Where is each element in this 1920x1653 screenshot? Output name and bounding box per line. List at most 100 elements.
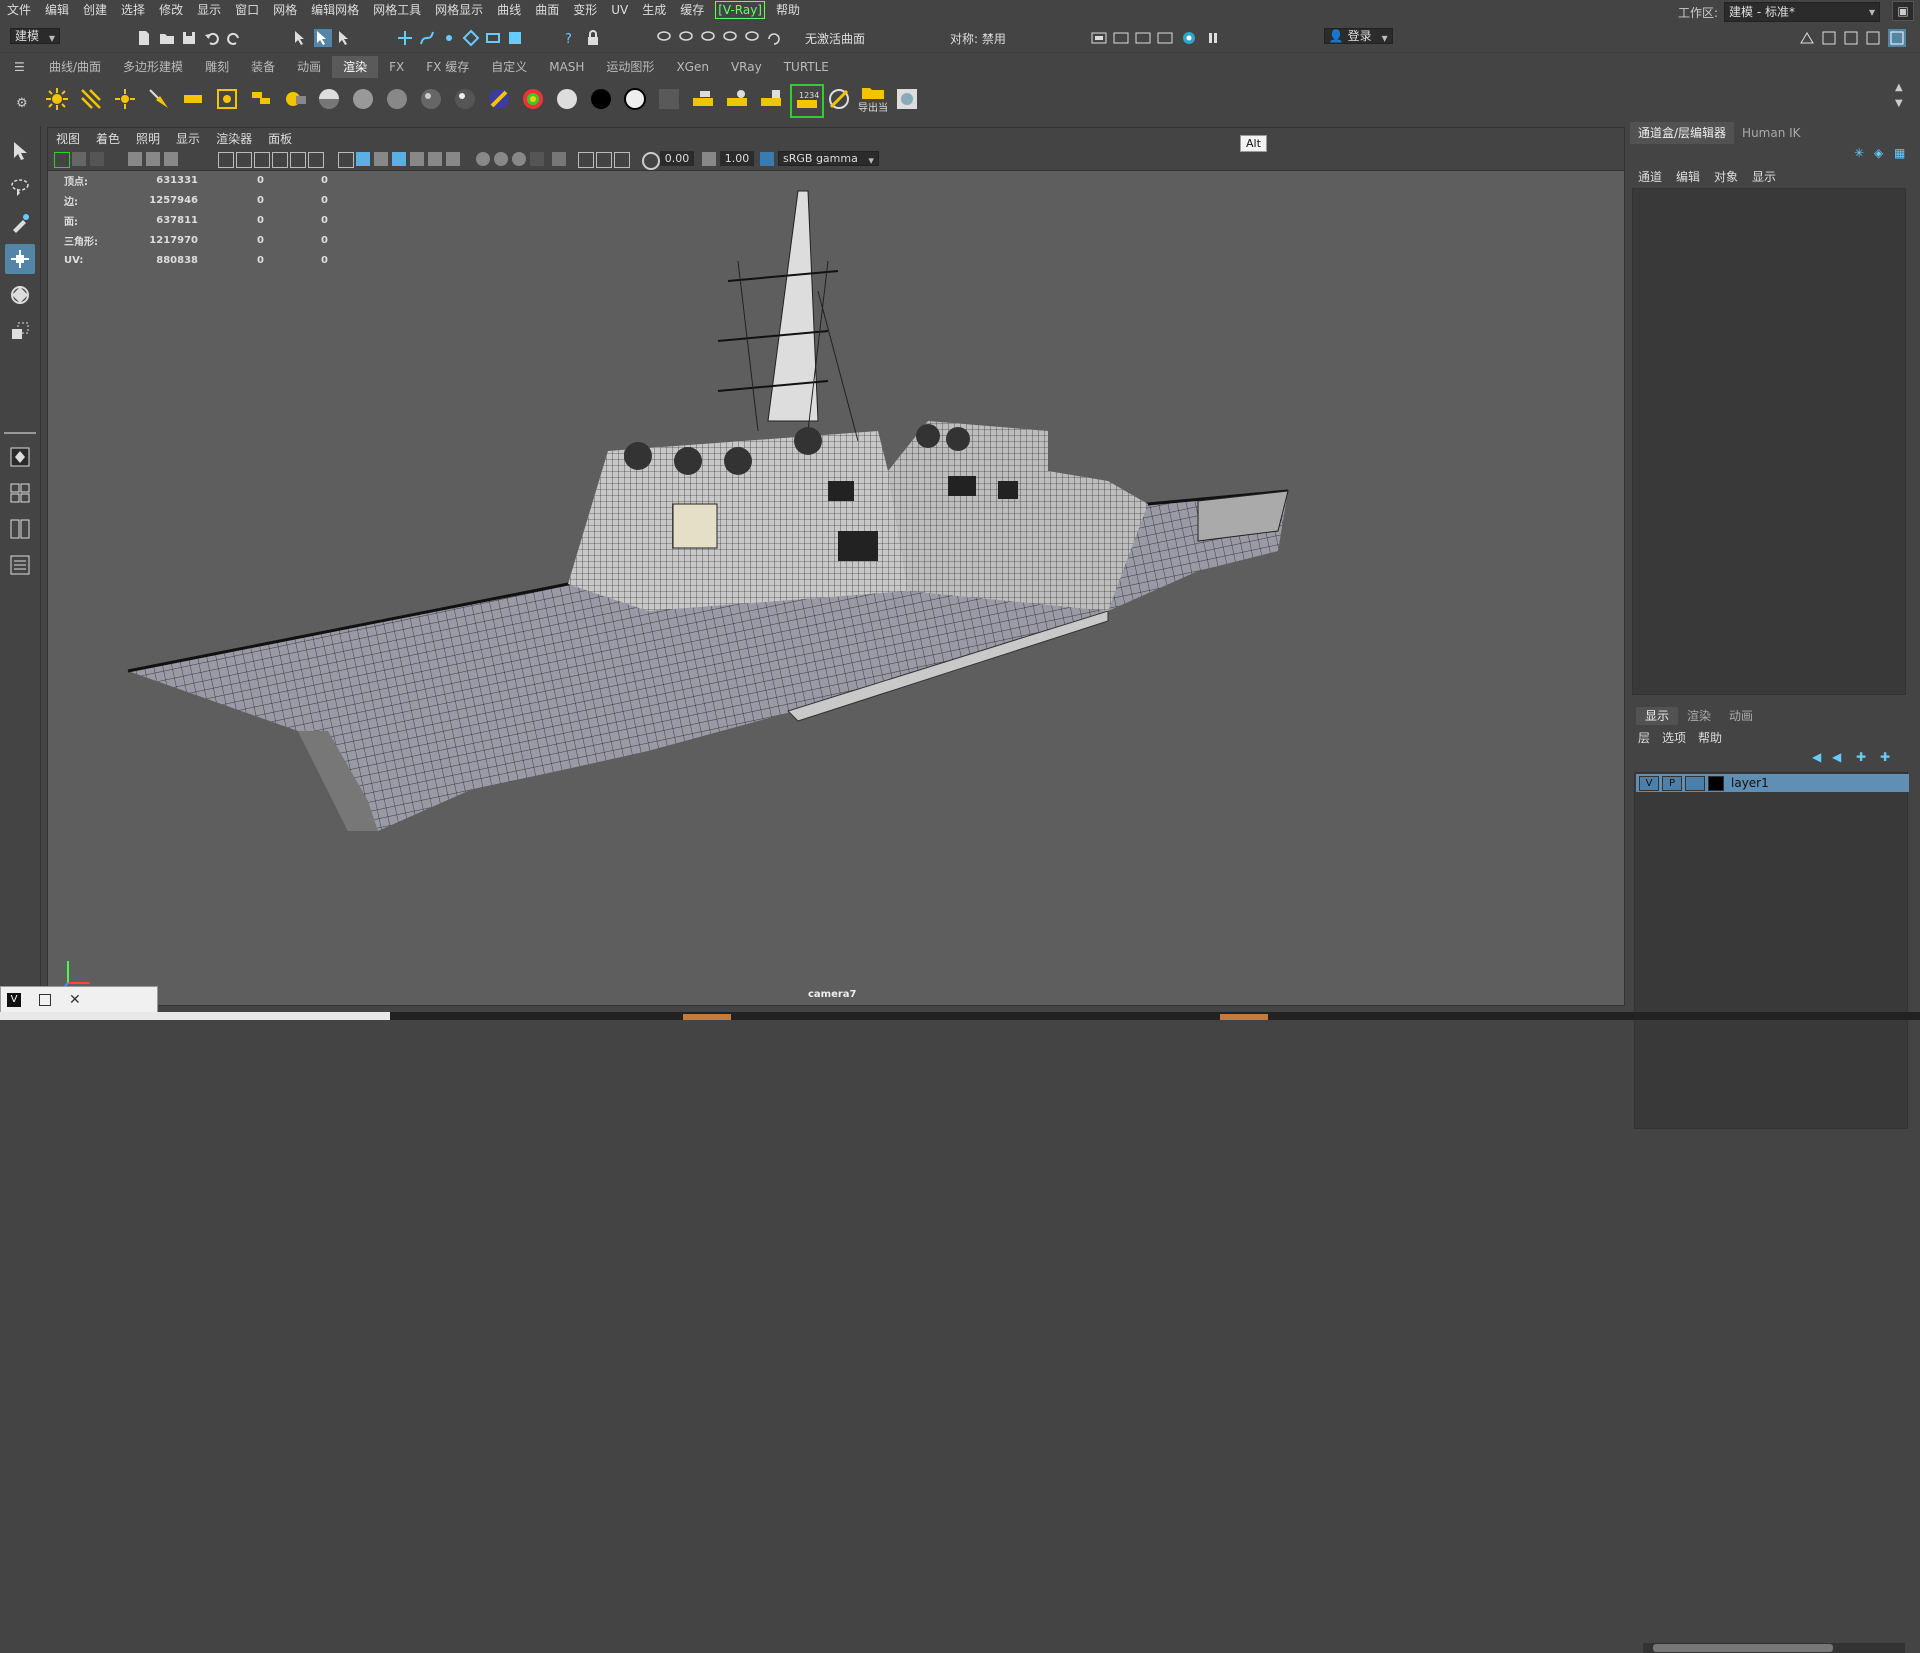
tab-anim-layers[interactable]: 动画 bbox=[1720, 707, 1762, 725]
motion-blur-icon[interactable] bbox=[494, 152, 508, 166]
wireframe-icon[interactable] bbox=[338, 152, 354, 168]
snap-curve-icon[interactable] bbox=[418, 29, 436, 47]
tab-rendering[interactable]: 渲染 bbox=[332, 56, 379, 78]
striped-shader-icon[interactable] bbox=[484, 84, 514, 114]
film-gate-icon[interactable] bbox=[236, 152, 252, 168]
shelf-menu-icon[interactable]: ☰ bbox=[14, 60, 28, 74]
channel-box-option-icon-2[interactable]: ◈ bbox=[1874, 146, 1883, 160]
black-sphere-icon[interactable] bbox=[586, 84, 616, 114]
paint-select-tool-icon[interactable] bbox=[5, 208, 35, 238]
new-layer-selected-icon[interactable]: ✚ bbox=[1880, 750, 1890, 764]
camera-attributes-icon[interactable] bbox=[72, 152, 86, 166]
safe-action-icon[interactable] bbox=[308, 152, 324, 168]
menu-modify[interactable]: 修改 bbox=[152, 0, 190, 20]
menu-select[interactable]: 选择 bbox=[114, 0, 152, 20]
channel-menu-object[interactable]: 对象 bbox=[1714, 168, 1738, 185]
rotate-tool-small-icon[interactable] bbox=[765, 29, 783, 47]
lock-selection-icon[interactable] bbox=[584, 29, 602, 47]
panel-menu-show[interactable]: 显示 bbox=[168, 130, 208, 147]
image-plane-icon[interactable] bbox=[128, 152, 142, 166]
tab-xgen[interactable]: XGen bbox=[665, 56, 720, 78]
textured-icon[interactable] bbox=[410, 152, 424, 166]
move-tool-icon[interactable] bbox=[5, 244, 35, 274]
light-editor-icon[interactable] bbox=[246, 84, 276, 114]
no-live-surface[interactable]: 无激活曲面 bbox=[805, 30, 865, 47]
flat-shade-icon[interactable] bbox=[374, 152, 388, 166]
sphere-shader-2-icon[interactable] bbox=[348, 84, 378, 114]
tab-rigging[interactable]: 装备 bbox=[240, 56, 286, 78]
menu-cache[interactable]: 缓存 bbox=[673, 0, 711, 20]
snap-view-icon[interactable] bbox=[462, 29, 480, 47]
channel-box-option-icon-1[interactable]: ✳ bbox=[1854, 146, 1864, 160]
area-light-icon[interactable] bbox=[178, 84, 208, 114]
panel-menu-renderer[interactable]: 渲染器 bbox=[208, 130, 260, 147]
shelf-scroll-up-icon[interactable]: ▲ bbox=[1895, 82, 1903, 93]
render-frame-icon[interactable] bbox=[1090, 29, 1108, 47]
outliner-layout-icon[interactable] bbox=[5, 550, 35, 580]
menu-help[interactable]: 帮助 bbox=[769, 0, 807, 20]
resolution-gate-icon[interactable] bbox=[254, 152, 270, 168]
xray-joints-icon[interactable] bbox=[596, 152, 612, 168]
render-sequence-icon[interactable] bbox=[1112, 29, 1130, 47]
shadows-icon[interactable] bbox=[446, 152, 460, 166]
login-dropdown[interactable]: 👤 登录 bbox=[1323, 28, 1393, 44]
mode-dropdown[interactable]: 建模 bbox=[10, 28, 61, 44]
grid-icon[interactable] bbox=[218, 152, 234, 168]
isolate-select-icon[interactable] bbox=[552, 152, 566, 166]
pause-icon[interactable] bbox=[1204, 29, 1222, 47]
render-layer-icon-2[interactable] bbox=[722, 84, 752, 114]
texture-placeholder-icon[interactable] bbox=[654, 84, 684, 114]
layer-display-type-toggle[interactable] bbox=[1685, 775, 1705, 791]
xray-icon[interactable] bbox=[578, 152, 594, 168]
lasso-tool-icon[interactable] bbox=[5, 172, 35, 202]
render-layer-icon-3[interactable] bbox=[756, 84, 786, 114]
color-space-dropdown[interactable]: sRGB gamma bbox=[778, 151, 879, 166]
lasso-icon[interactable] bbox=[655, 29, 673, 47]
tab-sculpting[interactable]: 雕刻 bbox=[194, 56, 240, 78]
render-settings-icon[interactable] bbox=[1156, 29, 1174, 47]
save-scene-icon[interactable] bbox=[180, 29, 198, 47]
layer-name[interactable]: layer1 bbox=[1731, 776, 1769, 790]
snap-point-icon[interactable] bbox=[440, 29, 458, 47]
ambient-occlusion-icon[interactable] bbox=[476, 152, 490, 166]
tweak-icon[interactable] bbox=[743, 29, 761, 47]
layer-menu-layers[interactable]: 层 bbox=[1638, 729, 1650, 746]
menu-surfaces[interactable]: 曲面 bbox=[528, 0, 566, 20]
select-hierarchy-icon[interactable] bbox=[292, 29, 310, 47]
layer-row[interactable]: V P layer1 bbox=[1636, 774, 1909, 792]
four-view-icon[interactable] bbox=[5, 478, 35, 508]
tab-display-layers[interactable]: 显示 bbox=[1636, 707, 1679, 725]
panel-menu-view[interactable]: 视图 bbox=[48, 130, 88, 147]
directional-light-icon[interactable] bbox=[76, 84, 106, 114]
menu-edit-mesh[interactable]: 编辑网格 bbox=[304, 0, 366, 20]
tab-fx[interactable]: FX bbox=[378, 56, 415, 78]
white-sphere-icon[interactable] bbox=[552, 84, 582, 114]
light-linking-icon[interactable] bbox=[280, 84, 310, 114]
gamma-icon[interactable] bbox=[702, 152, 716, 166]
reflection-icon[interactable] bbox=[721, 29, 739, 47]
soft-select-icon[interactable] bbox=[699, 29, 717, 47]
layer-menu-options[interactable]: 选项 bbox=[1662, 729, 1686, 746]
menu-uv[interactable]: UV bbox=[604, 0, 635, 20]
menu-create[interactable]: 创建 bbox=[76, 0, 114, 20]
shelf-scroll-down-icon[interactable]: ▼ bbox=[1895, 98, 1903, 109]
gamma-field[interactable]: 1.00 bbox=[720, 151, 754, 166]
vray-window-icon[interactable]: V bbox=[7, 993, 21, 1007]
tab-custom[interactable]: 自定义 bbox=[480, 56, 538, 78]
select-object-icon[interactable] bbox=[314, 29, 332, 47]
move-layer-up-icon[interactable]: ◀ bbox=[1812, 750, 1821, 764]
render-layer-icon-1[interactable] bbox=[688, 84, 718, 114]
help-snap-icon[interactable]: ? bbox=[560, 29, 578, 47]
select-tool-icon[interactable] bbox=[5, 136, 35, 166]
hypershade-icon[interactable] bbox=[824, 84, 854, 114]
grease-pencil-icon[interactable] bbox=[164, 152, 178, 166]
point-light-icon[interactable] bbox=[42, 84, 72, 114]
channel-menu-show[interactable]: 显示 bbox=[1752, 168, 1776, 185]
layer-editor-icon[interactable] bbox=[1888, 29, 1906, 47]
render-view-icon[interactable] bbox=[892, 84, 922, 114]
paint-select-icon[interactable] bbox=[677, 29, 695, 47]
two-d-pan-icon[interactable] bbox=[146, 152, 160, 166]
scale-tool-icon[interactable] bbox=[5, 316, 35, 346]
panel-menu-shading[interactable]: 着色 bbox=[88, 130, 128, 147]
lock-icon[interactable]: ▣ bbox=[1892, 1, 1914, 21]
